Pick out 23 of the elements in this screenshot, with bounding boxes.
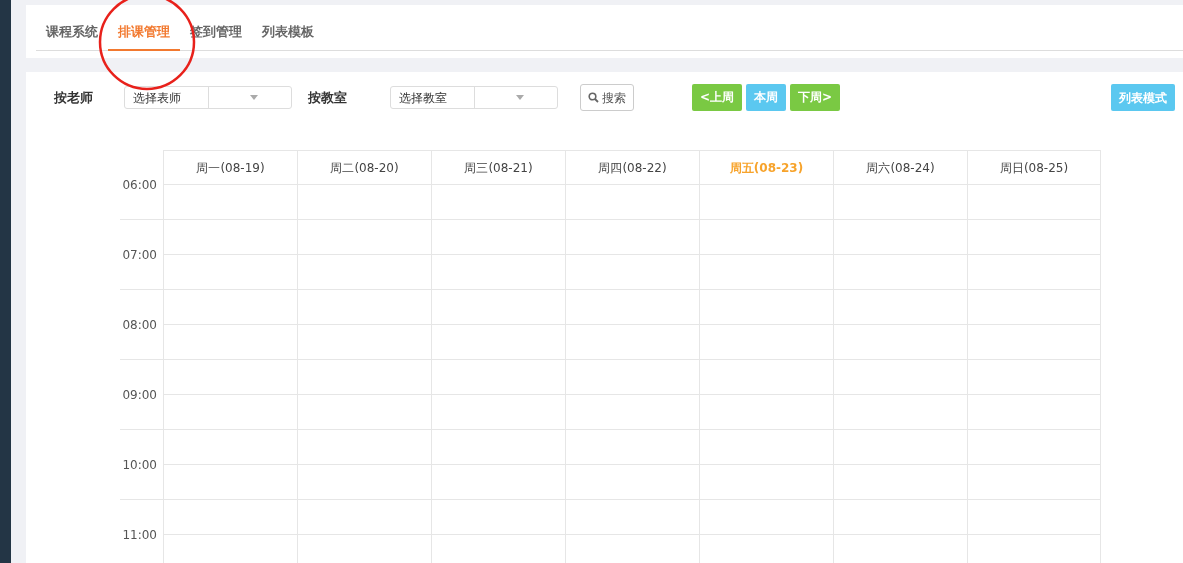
day-header: 周五(08-23) <box>700 150 833 185</box>
time-label: 10:00 <box>120 430 163 500</box>
search-button[interactable]: 搜索 <box>580 84 634 111</box>
day-header: 周四(08-22) <box>566 150 699 185</box>
select-field[interactable]: 选择表师 <box>124 86 292 109</box>
caret-icon <box>249 95 258 100</box>
tab[interactable]: 列表模板 <box>252 17 324 51</box>
day-header: 周日(08-25) <box>968 150 1100 185</box>
day-header: 周三(08-21) <box>432 150 565 185</box>
day-header: 周六(08-24) <box>834 150 967 185</box>
select-field[interactable]: 选择教室 <box>390 86 558 109</box>
caret-icon <box>515 95 524 100</box>
filter-label: 按教室 <box>307 88 348 107</box>
time-label: 08:00 <box>120 290 163 360</box>
time-label: 11:00 <box>120 500 163 563</box>
day-header: 周一(08-19) <box>164 150 297 185</box>
tab[interactable]: 课程系统 <box>36 17 108 51</box>
time-label: 07:00 <box>120 220 163 290</box>
filter-label: 按老师 <box>53 88 94 107</box>
day-header: 周二(08-20) <box>298 150 431 185</box>
time-label: 09:00 <box>120 360 163 430</box>
time-label: 06:00 <box>120 150 163 220</box>
search-icon <box>588 92 599 103</box>
